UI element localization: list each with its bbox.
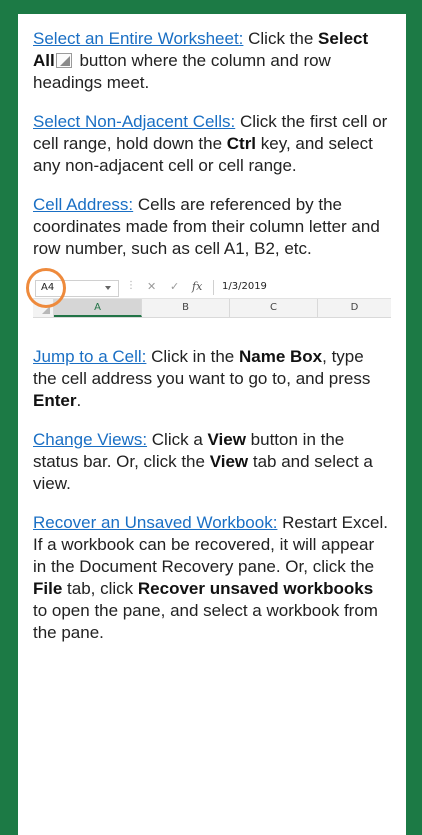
highlight-circle [26,268,66,308]
column-header-a[interactable]: A [54,299,142,317]
insert-function-icon[interactable]: fx [192,280,202,293]
tip-cell-address: Cell Address: Cells are referenced by th… [33,195,380,258]
tip-change-views: Change Views: Click a View button in the… [33,430,373,493]
formula-input[interactable]: 1/3/2019 [213,280,390,295]
formula-bar: A4 ⋮ ✕ ✓ fx 1/3/2019 [33,277,391,299]
tip-recover-workbook: Recover an Unsaved Workbook: Restart Exc… [33,513,388,642]
tip-heading[interactable]: Jump to a Cell: [33,347,146,366]
enter-check-icon[interactable]: ✓ [170,280,179,293]
tip-heading[interactable]: Change Views: [33,430,147,449]
column-header-d[interactable]: D [318,299,391,317]
chevron-down-icon [105,286,111,290]
drag-handle-icon: ⋮ [126,280,137,291]
tip-non-adjacent-cells: Select Non-Adjacent Cells: Click the fir… [33,112,388,175]
tip-jump-to-cell: Jump to a Cell: Click in the Name Box, t… [33,347,371,410]
tip-select-worksheet: Select an Entire Worksheet: Click the Se… [33,29,369,92]
column-header-c[interactable]: C [230,299,318,317]
tip-heading[interactable]: Cell Address: [33,195,133,214]
formula-value: 1/3/2019 [222,281,267,292]
quick-reference-panel: Select an Entire Worksheet: Click the Se… [18,14,406,835]
excel-formula-bar-screenshot: A4 ⋮ ✕ ✓ fx 1/3/2019 A B C D [26,268,391,318]
cancel-icon[interactable]: ✕ [147,280,156,293]
column-header-b[interactable]: B [142,299,230,317]
select-all-icon [55,53,72,68]
column-headers: A B C D [33,299,391,318]
tip-heading[interactable]: Recover an Unsaved Workbook: [33,513,277,532]
tip-heading[interactable]: Select Non-Adjacent Cells: [33,112,235,131]
tip-heading[interactable]: Select an Entire Worksheet: [33,29,243,48]
